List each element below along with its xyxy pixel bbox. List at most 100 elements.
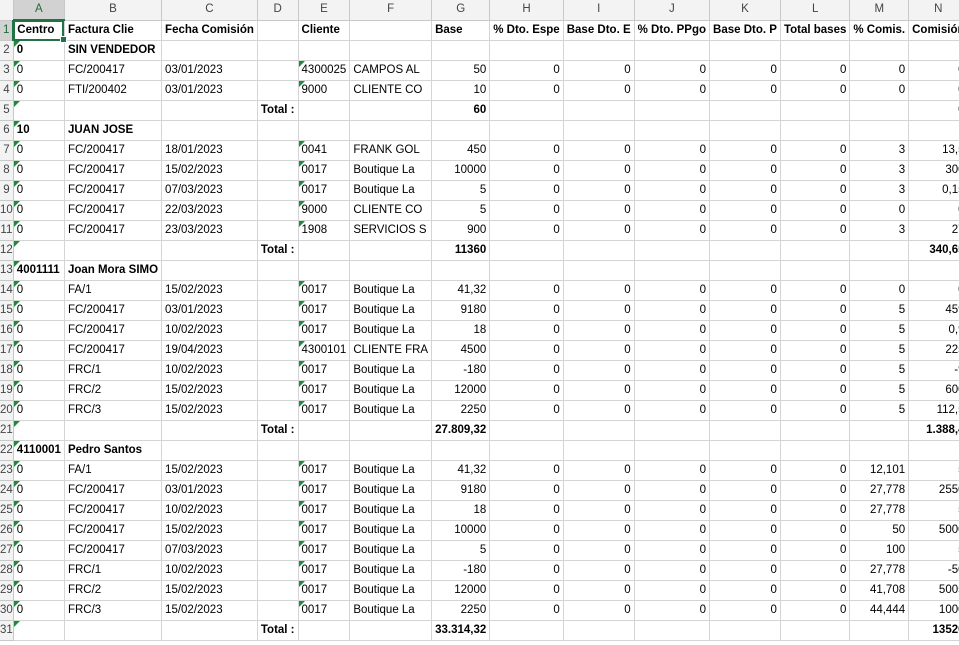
cell-g4[interactable]: 10: [431, 80, 491, 101]
row-header-25[interactable]: 25: [0, 500, 14, 521]
cell-g24[interactable]: 9180: [431, 480, 491, 501]
cell-l27[interactable]: 0: [780, 540, 851, 561]
cell-l14[interactable]: 0: [780, 280, 851, 301]
cell-c27[interactable]: 07/03/2023: [161, 540, 258, 561]
cell-i25[interactable]: 0: [563, 500, 635, 521]
column-header-b[interactable]: B: [64, 0, 163, 21]
cell-g7[interactable]: 450: [431, 140, 491, 161]
cell-l8[interactable]: 0: [780, 160, 851, 181]
cell-d23[interactable]: [257, 460, 299, 481]
cell-d28[interactable]: [257, 560, 299, 581]
cell-e29[interactable]: 0017: [298, 580, 351, 601]
cell-i15[interactable]: 0: [563, 300, 635, 321]
cell-c8[interactable]: 15/02/2023: [161, 160, 258, 181]
row-header-16[interactable]: 16: [0, 320, 14, 341]
cell-n25[interactable]: 5: [908, 500, 959, 521]
row-header-14[interactable]: 14: [0, 280, 14, 301]
cell-m11[interactable]: 3: [849, 220, 910, 241]
cell-h12[interactable]: [489, 240, 564, 261]
cell-j21[interactable]: [634, 420, 711, 441]
cell-i12[interactable]: [563, 240, 635, 261]
cell-k6[interactable]: [709, 120, 781, 141]
cell-e31[interactable]: [298, 620, 351, 641]
cell-k1[interactable]: Base Dto. P: [709, 20, 781, 41]
cell-n15[interactable]: 459: [908, 300, 959, 321]
cell-e1[interactable]: Cliente: [298, 20, 351, 41]
cell-n7[interactable]: 13,5: [908, 140, 959, 161]
column-header-d[interactable]: D: [257, 0, 299, 21]
row-header-19[interactable]: 19: [0, 380, 14, 401]
cell-c22[interactable]: [161, 440, 258, 461]
cell-b14[interactable]: FA/1: [64, 280, 163, 301]
cell-m10[interactable]: 0: [849, 200, 910, 221]
cell-c12[interactable]: [161, 240, 258, 261]
cell-e26[interactable]: 0017: [298, 520, 351, 541]
cell-k20[interactable]: 0: [709, 400, 781, 421]
row-header-20[interactable]: 20: [0, 400, 14, 421]
column-header-n[interactable]: N: [908, 0, 959, 21]
cell-b8[interactable]: FC/200417: [64, 160, 163, 181]
cell-m4[interactable]: 0: [849, 80, 910, 101]
cell-i10[interactable]: 0: [563, 200, 635, 221]
cell-l24[interactable]: 0: [780, 480, 851, 501]
cell-g3[interactable]: 50: [431, 60, 491, 81]
cell-c10[interactable]: 22/03/2023: [161, 200, 258, 221]
row-header-3[interactable]: 3: [0, 60, 14, 81]
cell-d9[interactable]: [257, 180, 299, 201]
cell-k10[interactable]: 0: [709, 200, 781, 221]
cell-m26[interactable]: 50: [849, 520, 910, 541]
cell-f24[interactable]: Boutique La: [349, 480, 433, 501]
column-header-i[interactable]: I: [563, 0, 635, 21]
cell-i16[interactable]: 0: [563, 320, 635, 341]
cell-d16[interactable]: [257, 320, 299, 341]
cell-b27[interactable]: FC/200417: [64, 540, 163, 561]
cell-j27[interactable]: 0: [634, 540, 711, 561]
cell-i9[interactable]: 0: [563, 180, 635, 201]
cell-c4[interactable]: 03/01/2023: [161, 80, 258, 101]
cell-b6[interactable]: JUAN JOSE: [64, 120, 163, 141]
cell-g27[interactable]: 5: [431, 540, 491, 561]
cell-h6[interactable]: [489, 120, 564, 141]
cell-h3[interactable]: 0: [489, 60, 564, 81]
cell-c5[interactable]: [161, 100, 258, 121]
cell-m29[interactable]: 41,708: [849, 580, 910, 601]
cell-d8[interactable]: [257, 160, 299, 181]
cell-m14[interactable]: 0: [849, 280, 910, 301]
cell-i23[interactable]: 0: [563, 460, 635, 481]
cell-g5[interactable]: 60: [431, 100, 491, 121]
cell-h31[interactable]: [489, 620, 564, 641]
cell-d15[interactable]: [257, 300, 299, 321]
row-header-1[interactable]: 1: [0, 20, 15, 41]
cell-d14[interactable]: [257, 280, 299, 301]
cell-f18[interactable]: Boutique La: [349, 360, 433, 381]
cell-j17[interactable]: 0: [634, 340, 711, 361]
cell-g15[interactable]: 9180: [431, 300, 491, 321]
cell-h24[interactable]: 0: [489, 480, 564, 501]
row-header-21[interactable]: 21: [0, 420, 14, 441]
cell-a27[interactable]: 0: [13, 540, 65, 561]
row-header-7[interactable]: 7: [0, 140, 14, 161]
cell-a20[interactable]: 0: [13, 400, 65, 421]
cell-k28[interactable]: 0: [709, 560, 781, 581]
cell-k8[interactable]: 0: [709, 160, 781, 181]
cell-j26[interactable]: 0: [634, 520, 711, 541]
cell-n10[interactable]: 0: [908, 200, 959, 221]
cell-a5[interactable]: [13, 100, 65, 121]
cell-g11[interactable]: 900: [431, 220, 491, 241]
cell-k22[interactable]: [709, 440, 781, 461]
cell-d2[interactable]: [257, 40, 299, 61]
column-header-c[interactable]: C: [161, 0, 258, 21]
cell-j18[interactable]: 0: [634, 360, 711, 381]
cell-l5[interactable]: [780, 100, 851, 121]
cell-g23[interactable]: 41,32: [431, 460, 491, 481]
cell-c23[interactable]: 15/02/2023: [161, 460, 258, 481]
cell-d7[interactable]: [257, 140, 299, 161]
cell-n24[interactable]: 2550: [908, 480, 959, 501]
spreadsheet-grid[interactable]: ABCDEFGHIJKLMN 1 Centro Factura Clie Fecha …: [0, 0, 959, 641]
cell-c30[interactable]: 15/02/2023: [161, 600, 258, 621]
cell-f31[interactable]: [349, 620, 433, 641]
cell-m2[interactable]: [849, 40, 910, 61]
cell-c21[interactable]: [161, 420, 258, 441]
cell-n4[interactable]: 0: [908, 80, 959, 101]
row-header-4[interactable]: 4: [0, 80, 14, 101]
